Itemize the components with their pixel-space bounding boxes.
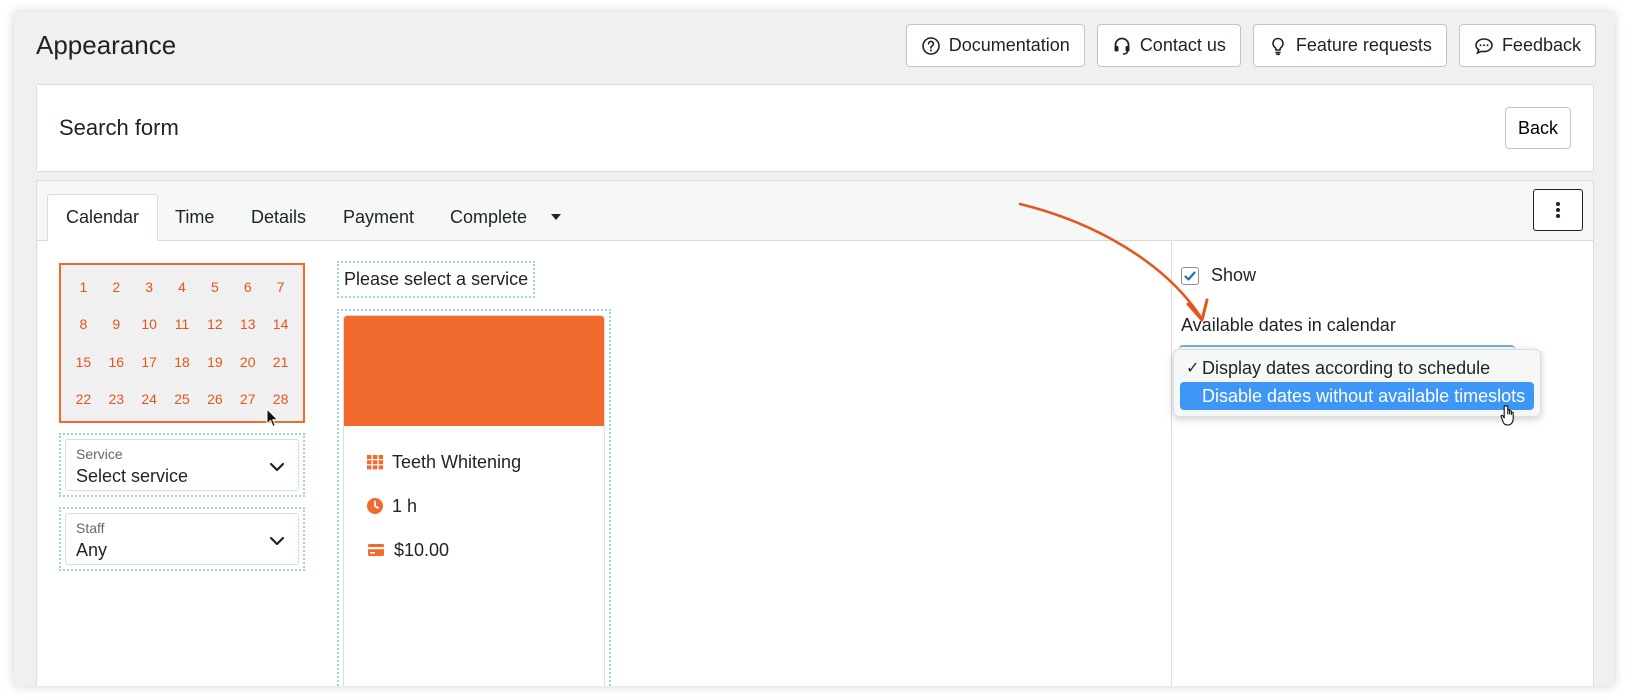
service-duration-row: 1 h <box>344 484 604 528</box>
clock-icon <box>367 498 383 514</box>
calendar-grid: 1 2 3 4 5 6 7 8 9 10 11 12 13 14 15 16 17 18 19 20 21 22 23 24 2… <box>59 263 305 423</box>
tab-time[interactable]: Time <box>157 194 232 241</box>
page-title: Appearance <box>36 30 177 60</box>
calendar-day[interactable]: 20 <box>231 343 264 381</box>
option-display-schedule[interactable]: ✓ Display dates according to schedule <box>1180 354 1534 382</box>
hand-pointer-icon <box>1500 405 1514 426</box>
checkmark-icon <box>1184 270 1196 281</box>
staff-select-value: Any <box>76 540 108 560</box>
search-form-header: Search form Back <box>36 84 1594 172</box>
show-label: Show <box>1211 265 1257 285</box>
contact-us-button[interactable]: Contact us <box>1096 24 1241 67</box>
tab-label: Complete <box>450 207 528 227</box>
app-window: Appearance Documentation Contact us Feat… <box>14 12 1614 686</box>
mouse-pointer-icon <box>266 408 279 428</box>
grid-icon <box>367 455 384 470</box>
feedback-button[interactable]: Feedback <box>1458 24 1596 67</box>
service-card[interactable]: Teeth Whitening 1 h $10.00 <box>343 315 605 686</box>
option-label: Display dates according to schedule <box>1202 357 1491 378</box>
step-tabs: Calendar Time Details Payment Complete <box>37 181 1593 241</box>
chevron-down-icon <box>269 536 285 546</box>
staff-select[interactable]: Staff Any <box>65 513 299 565</box>
feedback-label: Feedback <box>1501 35 1581 55</box>
calendar-day[interactable]: 6 <box>231 268 264 306</box>
calendar-day[interactable]: 17 <box>133 343 166 381</box>
top-button-group: Documentation Contact us Feature request… <box>905 24 1596 67</box>
calendar-day[interactable]: 27 <box>231 381 264 419</box>
calendar-day[interactable]: 19 <box>198 343 231 381</box>
calendar-day[interactable]: 26 <box>198 381 231 419</box>
back-button[interactable]: Back <box>1504 107 1571 149</box>
calendar-day[interactable]: 24 <box>133 381 166 419</box>
calendar-day[interactable]: 12 <box>198 306 231 344</box>
credit-card-icon <box>368 544 384 556</box>
more-options-button[interactable] <box>1533 189 1583 231</box>
calendar-day[interactable]: 16 <box>100 343 133 381</box>
calendar-day[interactable]: 1 <box>67 268 100 306</box>
staff-select-label: Staff <box>76 520 105 536</box>
service-price-row: $10.00 <box>344 528 604 572</box>
staff-select-wrapper: Staff Any <box>59 507 305 571</box>
tab-label: Payment <box>343 207 415 227</box>
calendar-day[interactable]: 25 <box>166 381 199 419</box>
question-circle-icon <box>921 36 940 55</box>
service-card-banner <box>344 316 604 426</box>
vertical-ellipsis-icon <box>1556 202 1560 218</box>
service-select-value: Select service <box>76 466 189 486</box>
service-price: $10.00 <box>394 539 450 560</box>
tab-calendar[interactable]: Calendar <box>47 194 159 241</box>
editor-panel: Calendar Time Details Payment Complete 1… <box>36 180 1594 686</box>
feature-requests-label: Feature requests <box>1295 35 1432 55</box>
calendar-day[interactable]: 8 <box>67 306 100 344</box>
tab-details[interactable]: Details <box>233 194 324 241</box>
tab-label: Time <box>175 207 215 227</box>
tab-payment[interactable]: Payment <box>325 194 432 241</box>
tab-label: Details <box>251 207 307 227</box>
tab-complete[interactable]: Complete <box>432 194 545 241</box>
calendar-day[interactable]: 21 <box>264 343 297 381</box>
show-setting: Show <box>1181 265 1256 286</box>
available-dates-dropdown: ✓ Display dates according to schedule Di… <box>1173 349 1541 417</box>
service-name: Teeth Whitening <box>392 451 522 472</box>
calendar-day[interactable]: 7 <box>264 268 297 306</box>
service-prompt[interactable]: Please select a service <box>337 261 536 298</box>
available-dates-label: Available dates in calendar <box>1181 315 1396 335</box>
service-select-label: Service <box>76 446 123 462</box>
documentation-label: Documentation <box>948 35 1070 55</box>
calendar-day[interactable]: 15 <box>67 343 100 381</box>
service-duration: 1 h <box>392 495 418 516</box>
option-disable-no-timeslots[interactable]: Disable dates without available timeslot… <box>1180 382 1534 410</box>
calendar-day[interactable]: 3 <box>133 268 166 306</box>
service-select[interactable]: Service Select service <box>65 439 299 491</box>
calendar-day[interactable]: 5 <box>198 268 231 306</box>
documentation-button[interactable]: Documentation <box>905 24 1085 67</box>
feature-requests-button[interactable]: Feature requests <box>1252 24 1447 67</box>
selected-check-icon: ✓ <box>1186 360 1200 377</box>
calendar-day[interactable]: 10 <box>133 306 166 344</box>
tabs-overflow-caret-icon[interactable] <box>551 214 561 220</box>
chat-bubble-icon <box>1475 37 1493 54</box>
calendar-day[interactable]: 11 <box>166 306 199 344</box>
calendar-day[interactable]: 2 <box>100 268 133 306</box>
headset-icon <box>1114 37 1130 55</box>
tab-label: Calendar <box>66 207 140 227</box>
service-name-row: Teeth Whitening <box>344 440 604 484</box>
service-select-wrapper: Service Select service <box>59 433 305 497</box>
calendar-day[interactable]: 18 <box>166 343 199 381</box>
calendar-day[interactable]: 9 <box>100 306 133 344</box>
calendar-day[interactable]: 23 <box>100 381 133 419</box>
contact-us-label: Contact us <box>1139 35 1226 55</box>
calendar-day[interactable]: 13 <box>231 306 264 344</box>
settings-divider <box>1171 241 1172 686</box>
section-title: Search form <box>59 115 179 140</box>
lightbulb-icon <box>1272 37 1284 55</box>
option-label: Disable dates without available timeslot… <box>1202 385 1526 406</box>
chevron-down-icon <box>269 462 285 472</box>
show-checkbox[interactable] <box>1181 266 1199 285</box>
calendar-day[interactable]: 14 <box>264 306 297 344</box>
calendar-day[interactable]: 22 <box>67 381 100 419</box>
calendar-day[interactable]: 4 <box>166 268 199 306</box>
